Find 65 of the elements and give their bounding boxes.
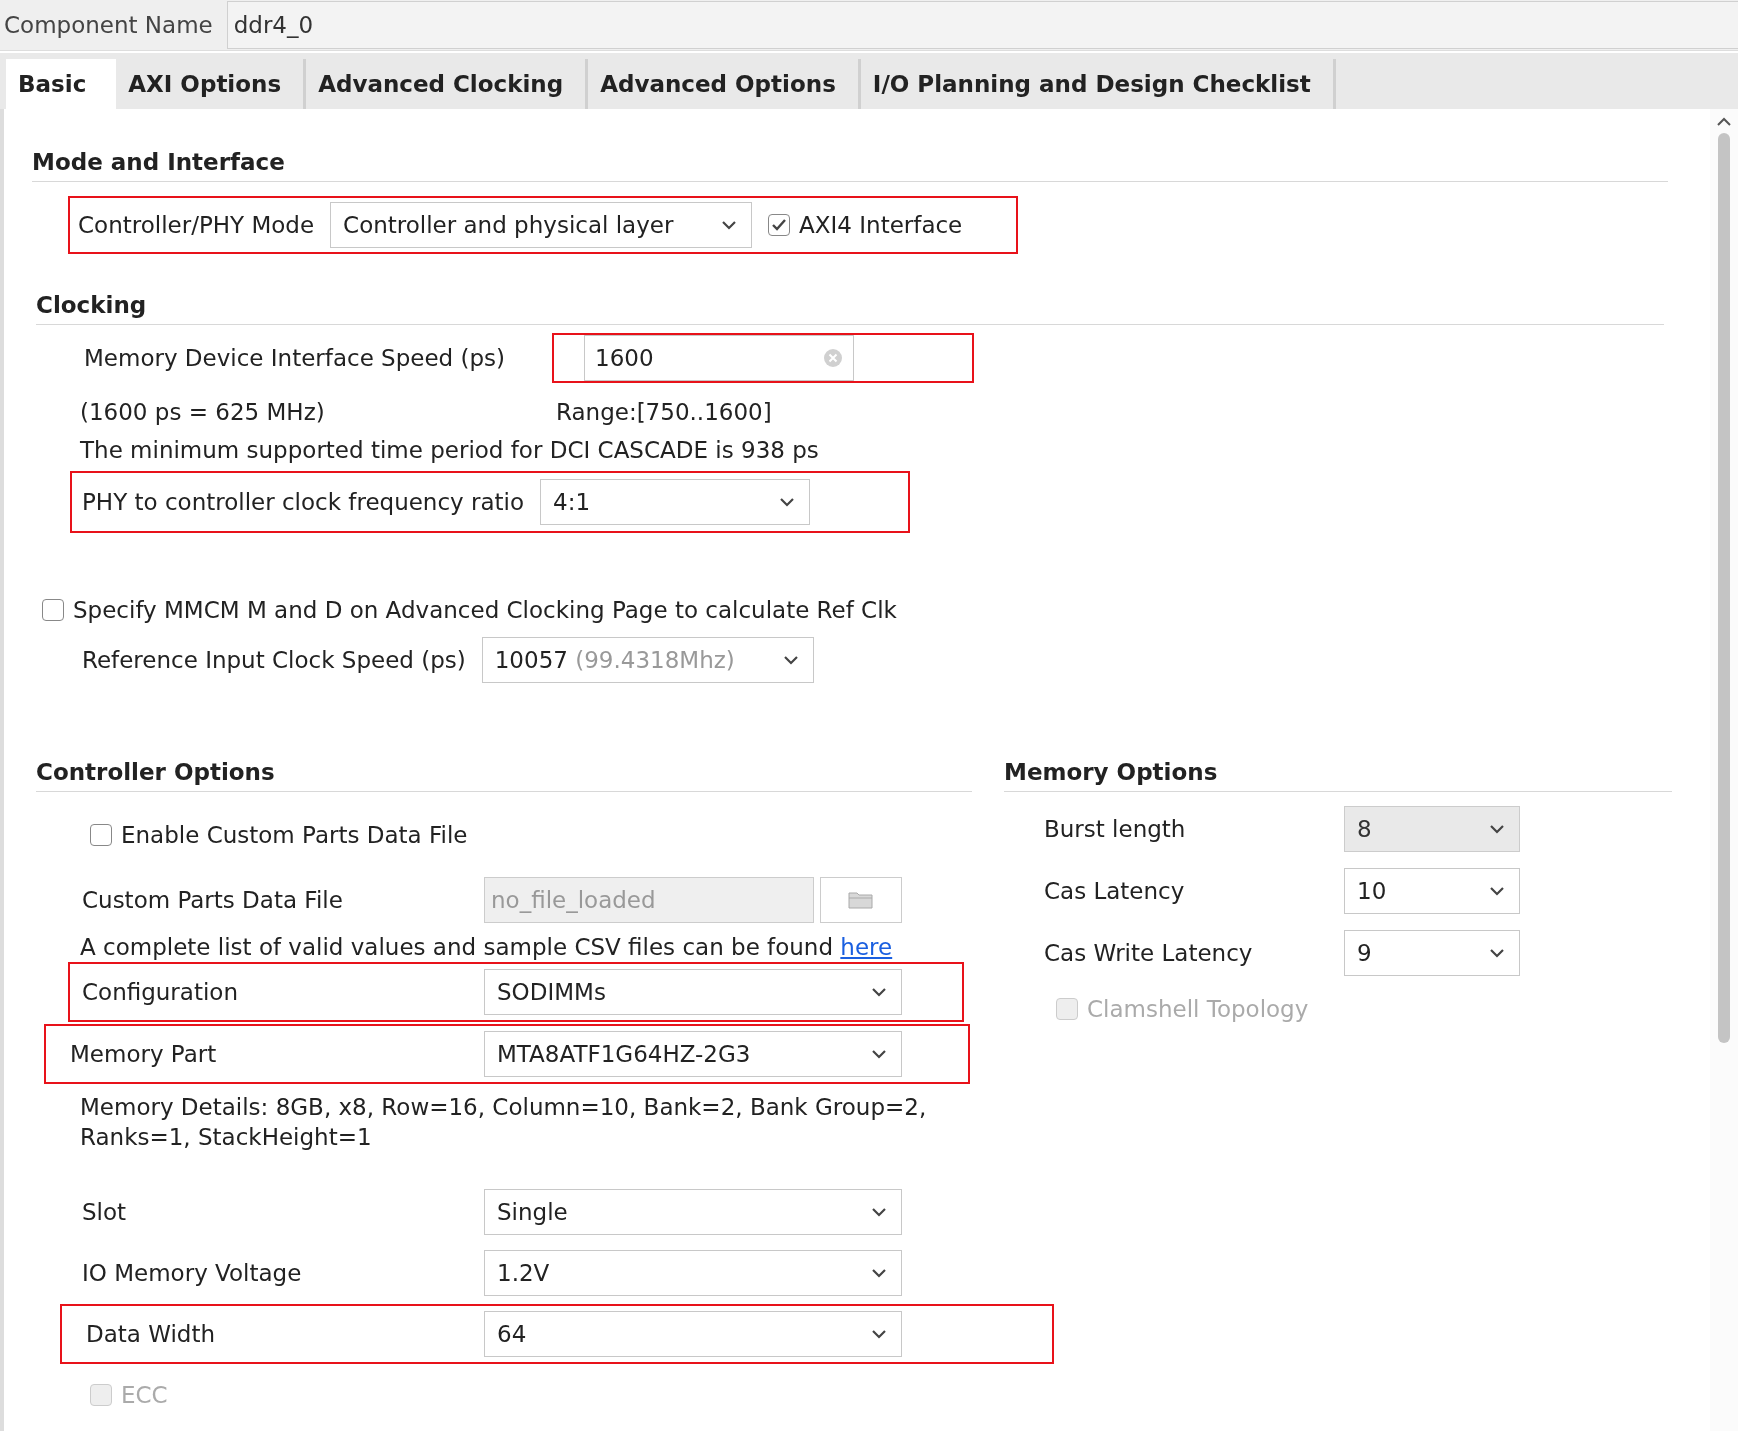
checkbox-label: Enable Custom Parts Data File: [121, 822, 468, 848]
tab[interactable]: AXI Options: [116, 59, 307, 109]
field-label: Reference Input Clock Speed (ps): [82, 647, 466, 673]
field-label: Custom Parts Data File: [81, 887, 344, 913]
dropdown[interactable]: 64: [484, 1311, 902, 1357]
chevron-down-icon: [871, 1268, 887, 1278]
chevron-down-icon: [871, 1207, 887, 1217]
name-field[interactable]: ddr4_0: [226, 1, 1738, 49]
chevron-down-icon: [871, 1049, 887, 1059]
help-text: A complete list of valid values and sample CSV files can be found here: [80, 934, 893, 960]
range-text: Range:[750..1600]: [556, 399, 772, 425]
chevron-down-icon: [871, 1329, 887, 1339]
chevron-down-icon: [779, 497, 796, 507]
dropdown[interactable]: 10057 (99.4318Mhz): [481, 637, 814, 683]
checkbox[interactable]: [42, 599, 64, 621]
chevron-down-icon: [782, 655, 799, 665]
chevron-down-icon: [1489, 886, 1505, 896]
checkbox-label: ECC: [121, 1382, 168, 1408]
browse-button[interactable]: [820, 877, 902, 923]
chevron-down-icon: [871, 987, 887, 997]
section-heading: Mode and Interface: [32, 149, 1668, 182]
frequency-note: (1600 ps = 625 MHz): [80, 399, 326, 425]
dropdown[interactable]: 4:1: [540, 479, 811, 525]
input-field[interactable]: 1600: [584, 335, 854, 381]
checkbox-label: AXI4 Interface: [799, 212, 963, 238]
memory-details: Memory Details: 8GB, x8, Row=16, Column=10, Bank=2, Bank Group=2, Ranks=1, StackHeight=1: [80, 1093, 928, 1152]
folder-icon: [848, 890, 874, 910]
field-label: Data Width: [85, 1321, 217, 1347]
chevron-down-icon: [721, 220, 738, 230]
dropdown[interactable]: 1.2V: [484, 1250, 902, 1296]
tab[interactable]: Advanced Options: [588, 59, 861, 109]
checkbox[interactable]: [768, 214, 791, 236]
field-label: Slot: [81, 1199, 128, 1225]
tab[interactable]: Basic: [6, 59, 117, 109]
field-label: Controller/PHY Mode: [78, 212, 315, 238]
section-heading: Controller Options: [36, 759, 972, 792]
check-icon: [771, 218, 788, 232]
field-label: Configuration: [81, 979, 239, 1005]
checkbox[interactable]: [90, 824, 112, 846]
section-heading: Memory Options: [1004, 759, 1672, 792]
field-label: Component Name: [4, 12, 213, 38]
checkbox-label: Specify MMCM M and D on Advanced Clocking Page to calculate Ref Clk: [73, 597, 897, 623]
dropdown[interactable]: Controller and physical layer: [330, 202, 753, 248]
chevron-down-icon: [1489, 824, 1505, 834]
field-label: IO Memory Voltage: [81, 1260, 303, 1286]
dropdown[interactable]: SODIMMs: [484, 969, 902, 1015]
field-label: Burst length: [1044, 816, 1187, 842]
field-label: Cas Latency: [1044, 878, 1186, 904]
dropdown[interactable]: 10: [1344, 868, 1520, 914]
info-text: The minimum supported time period for DCI CASCADE is 938 ps: [80, 437, 819, 463]
help-link[interactable]: here: [840, 934, 893, 960]
dropdown[interactable]: Single: [484, 1189, 902, 1235]
field-label: Memory Part: [69, 1041, 218, 1067]
scrollbar[interactable]: [1710, 109, 1738, 1431]
dropdown[interactable]: 9: [1344, 930, 1520, 976]
clear-icon[interactable]: [823, 348, 843, 368]
dropdown[interactable]: MTA8ATF1G64HZ-2G3: [484, 1031, 902, 1077]
field-label: Cas Write Latency: [1044, 940, 1254, 966]
tab[interactable]: Advanced Clocking: [306, 59, 589, 109]
field-label: Memory Device Interface Speed (ps): [84, 345, 507, 371]
field-label: PHY to controller clock frequency ratio: [82, 489, 525, 515]
section-heading: Clocking: [36, 292, 1664, 325]
checkbox-label: Clamshell Topology: [1087, 996, 1309, 1022]
tab[interactable]: I/O Planning and Design Checklist: [860, 59, 1336, 109]
chevron-down-icon: [1489, 948, 1505, 958]
